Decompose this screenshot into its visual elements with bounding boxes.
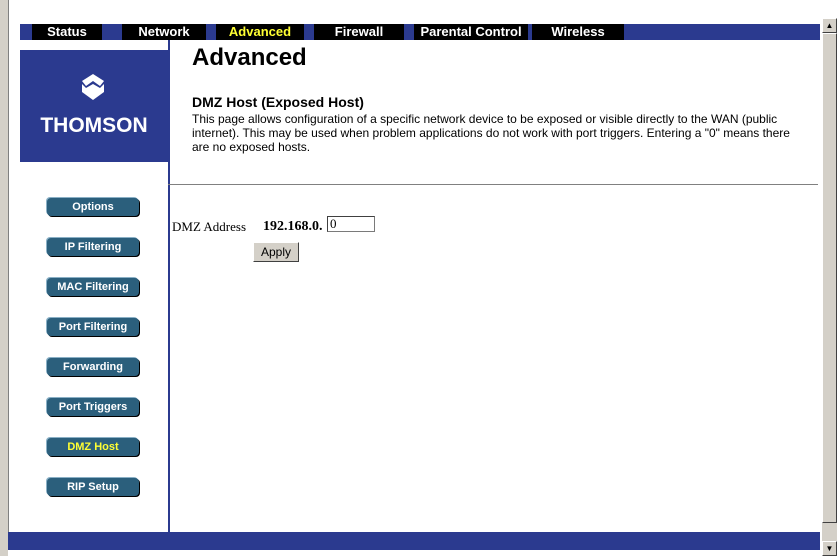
tab-advanced[interactable]: Advanced xyxy=(216,24,304,40)
sidebar-item-options[interactable]: Options xyxy=(47,198,139,216)
content-divider xyxy=(168,184,818,185)
sidebar-item-forwarding[interactable]: Forwarding xyxy=(47,358,139,376)
thomson-logo: THOMSON xyxy=(20,50,168,162)
dmz-address-input[interactable] xyxy=(327,216,375,232)
bottom-strip xyxy=(8,550,820,556)
scroll-down-icon[interactable]: ▼ xyxy=(822,541,837,556)
tab-status[interactable]: Status xyxy=(32,24,102,40)
brand-name: THOMSON xyxy=(40,114,148,137)
dmz-address-label: DMZ Address xyxy=(172,219,247,234)
section-title: DMZ Host (Exposed Host) xyxy=(192,94,364,110)
window-top-border xyxy=(0,0,837,8)
tab-wireless[interactable]: Wireless xyxy=(532,24,624,40)
top-nav-bar: Status Network Advanced Firewall Parenta… xyxy=(20,24,820,40)
sidebar-item-ip-filtering[interactable]: IP Filtering xyxy=(47,238,139,256)
scroll-up-icon[interactable]: ▲ xyxy=(822,18,837,33)
window-left-border xyxy=(0,0,9,556)
thomson-logo-icon xyxy=(82,74,104,100)
sidebar-item-mac-filtering[interactable]: MAC Filtering xyxy=(47,278,139,296)
scroll-thumb[interactable] xyxy=(822,33,837,523)
section-description: This page allows configuration of a spec… xyxy=(192,112,790,154)
dmz-address-prefix: 192.168.0. xyxy=(263,219,323,234)
tab-parental-control[interactable]: Parental Control xyxy=(414,24,528,40)
vertical-scrollbar[interactable]: ▲ ▼ xyxy=(822,18,837,556)
sidebar-item-port-triggers[interactable]: Port Triggers xyxy=(47,398,139,416)
sidebar-divider xyxy=(20,184,168,185)
bottom-bar xyxy=(8,532,820,550)
sidebar-item-dmz-host[interactable]: DMZ Host xyxy=(47,438,139,456)
left-sidebar: THOMSON Options IP Filtering MAC Filteri… xyxy=(20,40,170,532)
page-title: Advanced xyxy=(192,44,307,71)
apply-button[interactable]: Apply xyxy=(253,242,299,262)
sidebar-item-rip-setup[interactable]: RIP Setup xyxy=(47,478,139,496)
tab-network[interactable]: Network xyxy=(122,24,206,40)
sidebar-item-port-filtering[interactable]: Port Filtering xyxy=(47,318,139,336)
tab-firewall[interactable]: Firewall xyxy=(314,24,404,40)
